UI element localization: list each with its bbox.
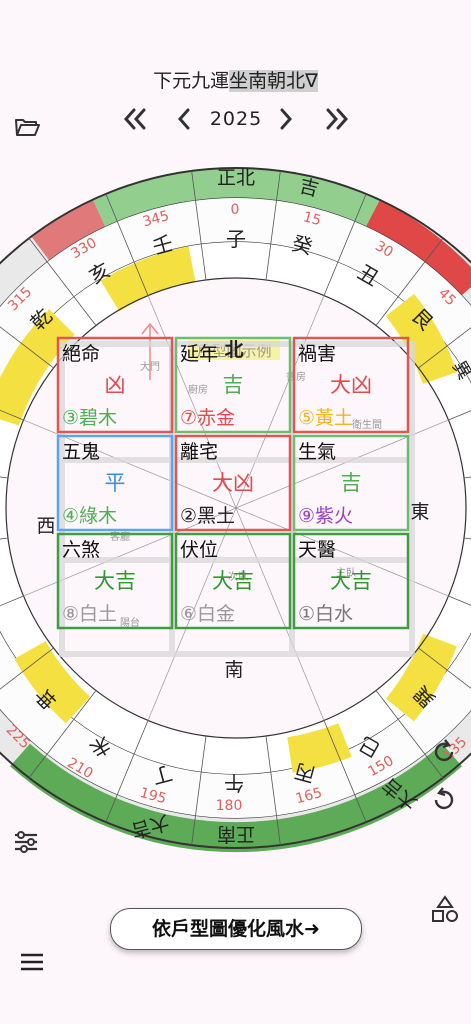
fp-label-living-room: 客廳 [110, 530, 130, 543]
mountain-zi: 子 [226, 227, 246, 251]
next-decade-button[interactable] [320, 104, 354, 134]
hamburger-menu-icon [21, 953, 43, 971]
cell-verdict: 大凶 [212, 471, 254, 495]
cell-star: ⑧白土 [62, 603, 117, 625]
label-zheng-bei: 正北 [217, 167, 255, 189]
cell-name: 生氣 [298, 441, 336, 463]
sliders-icon [15, 831, 37, 853]
double-chevron-right-icon [326, 108, 349, 130]
rotate-ccw-icon [434, 787, 454, 810]
shapes-button[interactable] [430, 894, 458, 922]
cell-name: 五鬼 [62, 441, 100, 463]
cell-star: ⑤黃土 [298, 407, 353, 429]
cell-star: ④綠木 [62, 505, 117, 527]
grid-cell[interactable]: 禍害大凶 ⑤黃土 [292, 336, 410, 434]
cell-verdict: 大凶 [330, 373, 372, 397]
bagua-grid: 絕命凶③碧木延年吉⑦赤金禍害大凶⑤黃土五鬼平④綠木離宅大凶②黑土生氣吉⑨紫火六煞… [56, 336, 410, 630]
cell-name: 絕命 [62, 343, 100, 365]
direction-west: 西 [36, 515, 55, 537]
cell-name: 天醫 [298, 539, 336, 561]
cell-name: 延年 [180, 343, 218, 365]
optimize-fengshui-button[interactable]: 依戶型圖優化風水➜ [110, 908, 362, 950]
direction-south: 南 [224, 659, 243, 681]
cell-star: ⑥白金 [180, 603, 235, 625]
compass-dial[interactable]: 正北 吉 0 15 30 45 135 150 165 180 195 210 … [0, 150, 471, 870]
cell-name: 禍害 [298, 343, 336, 365]
grid-cell[interactable]: 天醫大吉 ①白水 [292, 532, 410, 630]
fp-label-entrance: 大門 [140, 360, 160, 373]
folder-open-icon [15, 119, 40, 136]
fp-label-kitchen: 廚房 [188, 383, 208, 396]
grid-cell[interactable]: 生氣吉 ⑨紫火 [292, 434, 410, 532]
degree-0: 0 [231, 202, 240, 218]
folder-button[interactable] [14, 116, 42, 144]
cell-star: ⑦赤金 [180, 407, 235, 429]
cell-verdict: 凶 [105, 373, 126, 397]
title-prefix: 下元九運 [153, 70, 230, 92]
cell-verdict: 吉 [341, 471, 362, 495]
double-chevron-left-icon [123, 108, 146, 130]
cell-verdict: 大吉 [94, 569, 136, 593]
direction-north: 北 [224, 339, 243, 361]
cell-star: ⑨紫火 [298, 505, 353, 527]
header-title[interactable]: 下元九運坐南朝北∇ [0, 66, 471, 93]
cell-verdict: 大吉 [212, 569, 254, 593]
next-year-button[interactable] [270, 104, 300, 134]
grid-cell[interactable]: 離宅大凶 ②黑土 [174, 434, 292, 532]
rotate-right-button[interactable] [430, 738, 458, 766]
grid-cell[interactable]: 五鬼平 ④綠木 [56, 434, 174, 532]
chevron-right-icon [280, 108, 293, 130]
grid-cell[interactable]: 伏位大吉 ⑥白金 [174, 532, 292, 630]
facing-selector[interactable]: 坐南朝北∇ [229, 70, 318, 92]
shapes-icon [432, 895, 458, 922]
fp-label-bathroom: 衛生間 [352, 418, 382, 431]
rotate-cw-icon [434, 739, 454, 762]
menu-button[interactable] [18, 948, 46, 976]
label-zheng-nan: 正南 [217, 823, 255, 845]
year-display: 2025 [209, 108, 263, 130]
year-navigation: 2025 [0, 104, 471, 134]
cell-name: 伏位 [180, 539, 218, 561]
settings-button[interactable] [12, 828, 40, 856]
grid-cell[interactable]: 六煞大吉 ⑧白土 [56, 532, 174, 630]
degree-180: 180 [216, 798, 243, 814]
grid-cell[interactable]: 絕命凶 ③碧木 [56, 336, 174, 434]
rotate-left-button[interactable] [430, 786, 458, 814]
cell-name: 六煞 [62, 539, 100, 561]
cell-star: ③碧木 [62, 407, 117, 429]
mountain-wu: 午 [224, 771, 244, 795]
cell-verdict: 平 [105, 471, 126, 495]
prev-decade-button[interactable] [118, 104, 152, 134]
direction-east: 東 [410, 501, 429, 523]
cell-name: 離宅 [180, 441, 218, 463]
cell-star: ①白水 [298, 603, 353, 625]
cell-star: ②黑土 [180, 505, 235, 527]
cell-verdict: 大吉 [330, 569, 372, 593]
cell-verdict: 吉 [223, 373, 244, 397]
